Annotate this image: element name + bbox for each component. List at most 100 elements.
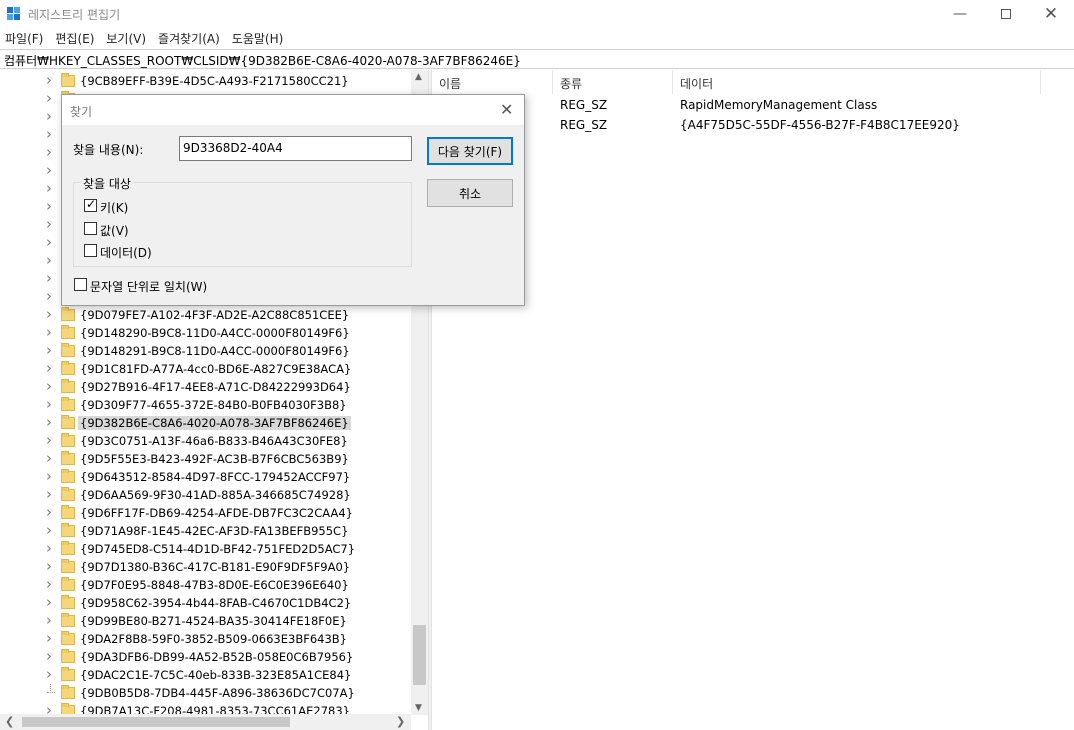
menu-help[interactable]: 도움말(H) <box>227 28 291 48</box>
tree-item-label[interactable]: {9D1C81FD-A77A-4cc0-BD6E-A827C9E38ACA} <box>78 362 353 376</box>
scroll-left-icon[interactable]: ❮ <box>5 715 14 728</box>
find-what-input[interactable]: 9D3368D2-40A4 <box>179 136 412 161</box>
expand-chevron-icon[interactable]: › <box>46 593 52 611</box>
tree-item[interactable]: › {9D958C62-3954-4b44-8FAB-C4670C1DB4C2} <box>0 593 400 612</box>
data-checkbox[interactable] <box>84 244 97 257</box>
find-next-button[interactable]: 다음 찾기(F) <box>427 137 513 165</box>
tree-item-label[interactable]: {9D7F0E95-8848-47B3-8D0E-E6C0E396E640} <box>78 578 351 592</box>
tree-item[interactable]: › {9D6AA569-9F30-41AD-885A-346685C74928} <box>0 485 400 504</box>
expand-chevron-icon[interactable]: › <box>46 665 52 683</box>
expand-chevron-icon[interactable]: › <box>46 701 52 715</box>
expand-chevron-icon[interactable]: › <box>46 431 52 449</box>
expand-chevron-icon[interactable]: › <box>46 179 52 197</box>
values-checkbox[interactable] <box>84 222 97 235</box>
expand-chevron-icon[interactable]: › <box>46 269 52 287</box>
scroll-up-icon[interactable]: ▲ <box>415 72 422 82</box>
values-list[interactable]: 이름 종류 데이터 REG_SZ RapidMemoryManagement C… <box>432 70 1074 730</box>
tree-item[interactable]: › {9DA3DFB6-DB99-4A52-B52B-058E0C6B7956} <box>0 647 400 666</box>
expand-chevron-icon[interactable]: › <box>46 503 52 521</box>
tree-item-label[interactable]: {9D079FE7-A102-4F3F-AD2E-A2C88C851CEE} <box>78 308 351 322</box>
tree-item-label[interactable]: {9DAC2C1E-7C5C-40eb-833B-323E85A1CE84} <box>78 668 353 682</box>
tree-item-label[interactable]: {9D71A98F-1E45-42EC-AF3D-FA13BEFB955C} <box>78 524 350 538</box>
expand-chevron-icon[interactable]: › <box>46 377 52 395</box>
expand-chevron-icon[interactable]: › <box>46 341 52 359</box>
keys-checkbox[interactable]: ✓ <box>84 197 97 212</box>
column-header-name[interactable]: 이름 <box>432 70 553 94</box>
values-label[interactable]: 값(V) <box>100 222 129 239</box>
keys-label[interactable]: 키(K) <box>100 199 128 216</box>
column-header-data[interactable]: 데이터 <box>673 70 1041 94</box>
scroll-thumb-horizontal[interactable] <box>22 717 290 727</box>
expand-chevron-icon[interactable]: › <box>46 467 52 485</box>
tree-item[interactable]: › {9D3C0751-A13F-46a6-B833-B46A43C30FE8} <box>0 431 400 450</box>
tree-item-label[interactable]: {9DA3DFB6-DB99-4A52-B52B-058E0C6B7956} <box>78 650 355 664</box>
column-header-type[interactable]: 종류 <box>553 70 673 94</box>
tree-item[interactable]: › {9D148290-B9C8-11D0-A4CC-0000F80149F6} <box>0 323 400 342</box>
tree-item[interactable]: › {9D643512-8584-4D97-8FCC-179452ACCF97} <box>0 467 400 486</box>
tree-item-label[interactable]: {9D148290-B9C8-11D0-A4CC-0000F80149F6} <box>78 326 352 340</box>
expand-chevron-icon[interactable]: › <box>46 143 52 161</box>
cancel-button[interactable]: 취소 <box>427 179 513 207</box>
expand-chevron-icon[interactable]: › <box>46 215 52 233</box>
tree-item[interactable]: › {9CB89EFF-B39E-4D5C-A493-F2171580CC21} <box>0 71 400 90</box>
expand-chevron-icon[interactable]: › <box>46 89 52 107</box>
expand-chevron-icon[interactable]: › <box>46 485 52 503</box>
tree-item-label[interactable]: {9D3C0751-A13F-46a6-B833-B46A43C30FE8} <box>78 434 350 448</box>
tree-item-label[interactable]: {9D99BE80-B271-4524-BA35-30414FE18F0E} <box>78 614 349 628</box>
tree-item-label[interactable]: {9D643512-8584-4D97-8FCC-179452ACCF97} <box>78 470 352 484</box>
expand-chevron-icon[interactable]: › <box>46 395 52 413</box>
expand-chevron-icon[interactable]: › <box>46 647 52 665</box>
tree-item-label[interactable]: {9D6FF17F-DB69-4254-AFDE-DB7FC3C2CAA4} <box>78 506 355 520</box>
expand-chevron-icon[interactable]: › <box>46 359 52 377</box>
value-row-type[interactable]: REG_SZ <box>560 98 607 112</box>
tree-item[interactable]: › {9D6FF17F-DB69-4254-AFDE-DB7FC3C2CAA4} <box>0 503 400 522</box>
match-whole-string-checkbox[interactable] <box>74 278 87 291</box>
value-row-type[interactable]: REG_SZ <box>560 118 607 132</box>
tree-item[interactable]: › {9D148291-B9C8-11D0-A4CC-0000F80149F6} <box>0 341 400 360</box>
expand-chevron-icon[interactable]: › <box>46 305 52 323</box>
expand-chevron-icon[interactable]: › <box>46 71 52 89</box>
tree-item[interactable]: › {9D7D1380-B36C-417C-B181-E90F9DF5F9A0} <box>0 557 400 576</box>
tree-item-label[interactable]: {9D27B916-4F17-4EE8-A71C-D84222993D64} <box>78 380 353 394</box>
menu-file[interactable]: 파일(F) <box>0 28 50 48</box>
scroll-thumb[interactable] <box>413 625 426 685</box>
tree-item-label[interactable]: {9D5F55E3-B423-492F-AC3B-B7F6CBC563B9} <box>78 452 351 466</box>
expand-chevron-icon[interactable]: › <box>46 539 52 557</box>
tree-item[interactable]: › {9D079FE7-A102-4F3F-AD2E-A2C88C851CEE} <box>0 305 400 324</box>
expand-chevron-icon[interactable]: › <box>46 125 52 143</box>
tree-item[interactable]: › {9D382B6E-C8A6-4020-A078-3AF7BF86246E} <box>0 413 400 432</box>
value-row-data[interactable]: {A4F75D5C-55DF-4556-B27F-F4B8C17EE920} <box>680 118 960 132</box>
expand-chevron-icon[interactable]: › <box>46 107 52 125</box>
tree-item[interactable]: › {9D27B916-4F17-4EE8-A71C-D84222993D64} <box>0 377 400 396</box>
expand-chevron-icon[interactable]: › <box>46 197 52 215</box>
tree-item-label[interactable]: {9DB0B5D8-7DB4-445F-A896-38636DC7C07A} <box>78 686 357 700</box>
expand-chevron-icon[interactable]: › <box>46 287 52 305</box>
tree-item-label[interactable]: {9CB89EFF-B39E-4D5C-A493-F2171580CC21} <box>78 74 351 88</box>
expand-chevron-icon[interactable]: › <box>46 629 52 647</box>
expand-chevron-icon[interactable]: › <box>46 557 52 575</box>
address-bar[interactable]: 컴퓨터₩HKEY_CLASSES_ROOT₩CLSID₩{9D382B6E-C8… <box>0 49 1074 69</box>
tree-item-label[interactable]: {9D745ED8-C514-4D1D-BF42-751FED2D5AC7} <box>78 542 357 556</box>
tree-item-label[interactable]: {9D7D1380-B36C-417C-B181-E90F9DF5F9A0} <box>78 560 352 574</box>
tree-item[interactable]: › {9D309F77-4655-372E-84B0-B0FB4030F3B8} <box>0 395 400 414</box>
menu-favorites[interactable]: 즐겨찾기(A) <box>153 28 227 48</box>
tree-item[interactable]: › {9D71A98F-1E45-42EC-AF3D-FA13BEFB955C} <box>0 521 400 540</box>
menu-edit[interactable]: 편집(E) <box>50 28 101 48</box>
expand-chevron-icon[interactable]: › <box>46 413 52 431</box>
tree-item-label[interactable]: {9D6AA569-9F30-41AD-885A-346685C74928} <box>78 488 353 502</box>
expand-chevron-icon[interactable]: › <box>46 449 52 467</box>
expand-chevron-icon[interactable]: › <box>46 233 52 251</box>
scroll-right-icon[interactable]: ❯ <box>396 715 405 728</box>
tree-item[interactable]: › {9D1C81FD-A77A-4cc0-BD6E-A827C9E38ACA} <box>0 359 400 378</box>
tree-item[interactable]: › {9D99BE80-B271-4524-BA35-30414FE18F0E} <box>0 611 400 630</box>
tree-item-label[interactable]: {9D382B6E-C8A6-4020-A078-3AF7BF86246E} <box>78 416 351 430</box>
tree-horizontal-scrollbar[interactable]: ❮ ❯ <box>0 714 411 730</box>
value-row-data[interactable]: RapidMemoryManagement Class <box>680 98 877 112</box>
tree-item[interactable]: › {9D7F0E95-8848-47B3-8D0E-E6C0E396E640} <box>0 575 400 594</box>
tree-item[interactable]: {9DB0B5D8-7DB4-445F-A896-38636DC7C07A} <box>0 684 400 702</box>
expand-chevron-icon[interactable]: › <box>46 161 52 179</box>
menu-view[interactable]: 보기(V) <box>101 28 153 48</box>
tree-item-label[interactable]: {9D148291-B9C8-11D0-A4CC-0000F80149F6} <box>78 344 352 358</box>
close-button[interactable]: ✕ <box>1028 0 1074 28</box>
tree-item[interactable]: › {9D745ED8-C514-4D1D-BF42-751FED2D5AC7} <box>0 539 400 558</box>
